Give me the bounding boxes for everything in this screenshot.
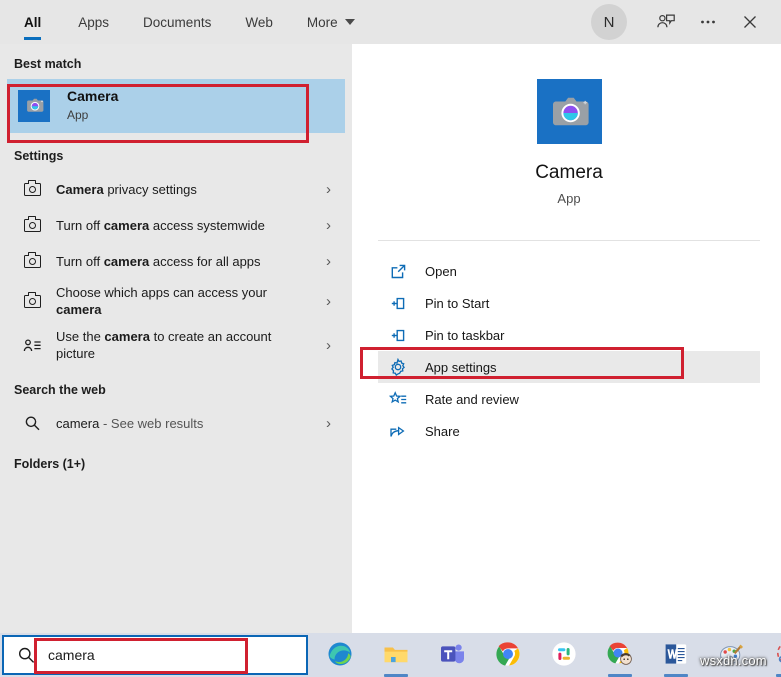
tab-more-label: More xyxy=(306,14,338,30)
chevron-down-icon xyxy=(344,19,355,25)
tab-web-label: Web xyxy=(245,14,273,30)
snipping-tool-icon[interactable] xyxy=(774,640,781,677)
best-match-header: Best match xyxy=(14,57,82,71)
app-actions-list: Open Pin to Start Pin to taskbar App set… xyxy=(357,241,781,447)
search-results-window: All Apps Documents Web More N Best match… xyxy=(0,0,781,677)
settings-item-turn-off-camera-all-apps[interactable]: Turn off camera access for all apps › xyxy=(7,243,345,279)
preview-app-type: App xyxy=(557,190,581,206)
chevron-right-icon: › xyxy=(326,336,331,354)
app-preview-panel: Camera App Open Pin to Start Pin to task… xyxy=(357,44,781,633)
chevron-right-icon: › xyxy=(326,292,331,310)
camera-icon xyxy=(21,291,43,308)
chrome-icon[interactable] xyxy=(494,640,522,670)
action-pin-to-taskbar-label: Pin to taskbar xyxy=(425,327,505,343)
chevron-right-icon: › xyxy=(326,252,331,270)
file-explorer-icon[interactable] xyxy=(382,640,410,677)
action-open-label: Open xyxy=(425,263,457,279)
person-feedback-icon[interactable] xyxy=(645,0,687,44)
best-match-text: Camera App xyxy=(67,88,118,124)
results-list-panel: Best match Camera App Settings Camera pr… xyxy=(0,44,352,633)
account-picture-icon xyxy=(21,338,43,353)
search-input[interactable]: camera xyxy=(2,635,308,675)
settings-item-label: Camera privacy settings xyxy=(56,181,197,197)
settings-header: Settings xyxy=(14,149,64,163)
preview-app-name: Camera xyxy=(535,161,603,183)
search-input-value: camera xyxy=(48,647,95,663)
app-preview-hero: Camera App xyxy=(357,44,781,240)
settings-item-camera-privacy-settings[interactable]: Camera privacy settings › xyxy=(7,171,345,207)
search-icon xyxy=(21,415,43,432)
action-pin-to-start[interactable]: Pin to Start xyxy=(378,287,760,319)
best-match-title: Camera xyxy=(67,88,119,104)
search-web-header: Search the web xyxy=(14,383,106,397)
camera-icon xyxy=(21,179,43,196)
paint-icon[interactable] xyxy=(718,640,746,670)
tab-more[interactable]: More xyxy=(290,0,372,44)
chevron-right-icon: › xyxy=(326,216,331,234)
search-icon xyxy=(4,646,48,665)
share-icon xyxy=(387,423,409,440)
tab-all-label: All xyxy=(24,14,42,30)
action-share[interactable]: Share xyxy=(378,415,760,447)
action-share-label: Share xyxy=(425,423,460,439)
action-app-settings-label: App settings xyxy=(425,359,497,375)
ellipsis-icon[interactable] xyxy=(687,0,729,44)
best-match-result-camera[interactable]: Camera App xyxy=(7,79,345,133)
tab-documents-label: Documents xyxy=(143,14,212,30)
folders-header: Folders (1+) xyxy=(14,457,86,471)
camera-icon xyxy=(21,215,43,232)
settings-item-label: Use the camera to create an account pict… xyxy=(56,329,272,361)
tab-all[interactable]: All xyxy=(0,0,61,44)
action-pin-to-start-label: Pin to Start xyxy=(425,295,490,311)
avatar[interactable]: N xyxy=(591,4,627,40)
camera-app-icon xyxy=(18,90,50,122)
settings-item-choose-apps-camera-access[interactable]: Choose which apps can access your camera… xyxy=(7,279,345,323)
tab-web[interactable]: Web xyxy=(228,0,290,44)
open-external-icon xyxy=(387,263,409,280)
action-app-settings[interactable]: App settings xyxy=(378,351,760,383)
edge-icon[interactable] xyxy=(326,640,354,670)
avatar-initial: N xyxy=(603,13,615,31)
best-match-subtitle: App xyxy=(67,108,89,122)
tab-apps[interactable]: Apps xyxy=(61,0,126,44)
settings-item-turn-off-camera-systemwide[interactable]: Turn off camera access systemwide › xyxy=(7,207,345,243)
action-pin-to-taskbar[interactable]: Pin to taskbar xyxy=(378,319,760,351)
rate-review-icon xyxy=(387,390,409,408)
chrome-profile-icon[interactable] xyxy=(606,640,634,677)
settings-item-label: Choose which apps can access your camera xyxy=(56,285,268,317)
settings-item-label: Turn off camera access for all apps xyxy=(56,253,261,269)
action-rate-and-review[interactable]: Rate and review xyxy=(378,383,760,415)
action-open[interactable]: Open xyxy=(378,255,760,287)
web-search-label: camera - See web results xyxy=(56,415,204,431)
chevron-right-icon: › xyxy=(326,414,331,432)
chevron-right-icon: › xyxy=(326,180,331,198)
camera-app-icon xyxy=(536,78,602,144)
tab-documents[interactable]: Documents xyxy=(126,0,228,44)
settings-item-label: Turn off camera access systemwide xyxy=(56,217,265,233)
action-rate-and-review-label: Rate and review xyxy=(425,391,519,407)
search-tab-bar: All Apps Documents Web More N xyxy=(0,0,781,44)
pin-icon xyxy=(387,327,409,344)
tab-apps-label: Apps xyxy=(78,14,110,30)
window-controls: N xyxy=(591,0,781,44)
settings-item-camera-account-picture[interactable]: Use the camera to create an account pict… xyxy=(7,323,345,367)
word-icon[interactable] xyxy=(662,640,690,677)
teams-icon[interactable] xyxy=(438,640,466,670)
taskbar-app-icons xyxy=(308,640,781,677)
camera-icon xyxy=(21,251,43,268)
taskbar: camera xyxy=(0,633,781,677)
close-icon[interactable] xyxy=(729,0,771,44)
slack-icon[interactable] xyxy=(550,640,578,670)
gear-icon xyxy=(387,358,409,376)
pin-icon xyxy=(387,295,409,312)
web-search-result[interactable]: camera - See web results › xyxy=(7,405,345,441)
